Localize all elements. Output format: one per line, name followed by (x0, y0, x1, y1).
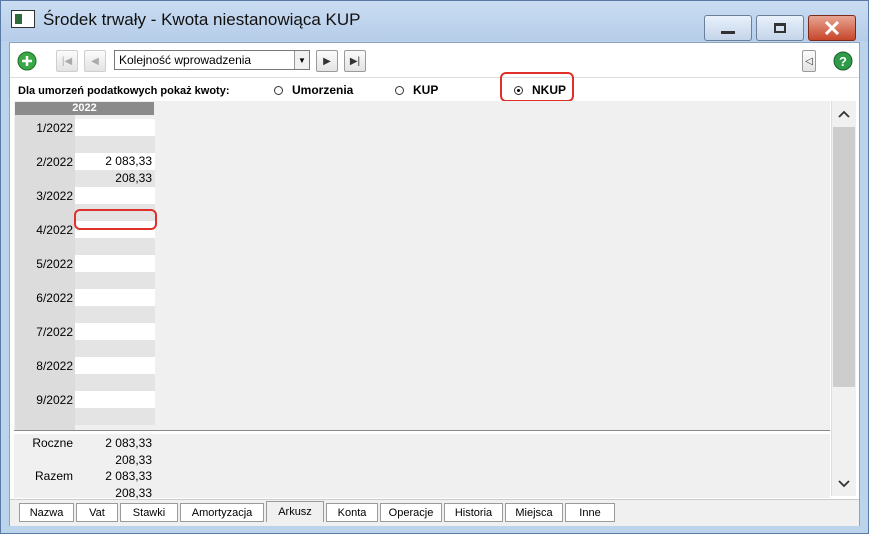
scroll-down-icon[interactable] (832, 473, 856, 495)
amount-highlight (74, 209, 157, 230)
help-icon: ? (833, 51, 853, 71)
order-combo-value: Kolejność wprowadzenia (119, 53, 252, 67)
depreciation-grid: 2022 1/2022 2/2022 2 083,33 208,33 3/2022 4/2… (14, 101, 830, 431)
year-header: 2022 (15, 102, 154, 115)
prev-record-button[interactable]: ◀ (84, 50, 106, 72)
radio-umorzenia[interactable]: Umorzenia (274, 83, 353, 97)
month-label: 3/2022 (36, 189, 73, 203)
razem-value: 2 083,33 (105, 469, 152, 483)
toolbar: |◀ ◀ Kolejność wprowadzenia ▼ ▶ ▶| ◁ ? (10, 43, 859, 77)
nkup-amount-cell[interactable] (75, 272, 155, 289)
amount-cell[interactable] (75, 391, 155, 408)
next-icon: ▶ (323, 55, 331, 67)
panel-toggle-button[interactable]: ◁ (802, 50, 816, 72)
month-label: 7/2022 (36, 325, 73, 339)
nkup-highlight (500, 72, 574, 102)
add-icon (17, 51, 37, 71)
first-icon: |◀ (61, 55, 73, 67)
tab-nazwa[interactable]: Nazwa (19, 503, 74, 522)
totals-panel: Roczne 2 083,33 208,33 Razem 2 083,33 20… (14, 434, 830, 500)
tab-historia[interactable]: Historia (444, 503, 503, 522)
radio-dot[interactable] (395, 85, 404, 95)
maximize-button[interactable] (756, 15, 804, 41)
window-title: Środek trwały - Kwota niestanowiąca KUP (43, 10, 361, 29)
minimize-icon (721, 30, 735, 34)
nkup-amount-cell[interactable] (75, 136, 155, 153)
scroll-up-icon[interactable] (832, 103, 856, 125)
month-label: 8/2022 (36, 359, 73, 373)
tab-konta[interactable]: Konta (326, 503, 378, 522)
month-label: 9/2022 (36, 393, 73, 407)
amount-cell[interactable] (75, 289, 155, 306)
nkup-amount-cell[interactable] (75, 306, 155, 323)
radio-kup-label: KUP (413, 83, 439, 97)
client-area: |◀ ◀ Kolejność wprowadzenia ▼ ▶ ▶| ◁ ? D… (9, 42, 860, 526)
month-label: 5/2022 (36, 257, 73, 271)
scroll-thumb[interactable] (833, 127, 855, 387)
amount-cell[interactable] (75, 187, 155, 204)
vertical-scrollbar[interactable] (831, 101, 856, 496)
main-window: Środek trwały - Kwota niestanowiąca KUP … (0, 0, 869, 534)
close-button[interactable] (808, 15, 856, 41)
tab-stawki[interactable]: Stawki (120, 503, 178, 522)
tab-vat[interactable]: Vat (76, 503, 118, 522)
tab-inne[interactable]: Inne (565, 503, 615, 522)
radio-dot[interactable] (274, 85, 283, 95)
maximize-icon (774, 23, 786, 33)
last-record-button[interactable]: ▶| (344, 50, 366, 72)
amount-cell[interactable] (75, 323, 155, 340)
nkup-amount-cell[interactable]: 208,33 (75, 170, 155, 187)
nkup-amount-cell[interactable] (75, 374, 155, 391)
month-label: 2/2022 (36, 155, 73, 169)
help-button[interactable]: ? (832, 50, 854, 72)
radio-umorzenia-label: Umorzenia (292, 83, 354, 97)
order-combo[interactable]: Kolejność wprowadzenia ▼ (114, 50, 310, 70)
month-label: 1/2022 (36, 121, 73, 135)
amount-cell[interactable] (75, 357, 155, 374)
roczne-label: Roczne (32, 436, 73, 450)
filter-label: Dla umorzeń podatkowych pokaż kwoty: (18, 85, 230, 97)
triangle-left-icon: ◁ (805, 55, 813, 67)
radio-kup[interactable]: KUP (395, 83, 438, 97)
amount-filter-bar: Dla umorzeń podatkowych pokaż kwoty: Umo… (10, 72, 859, 102)
roczne-value: 2 083,33 (105, 436, 152, 450)
tab-miejsca[interactable]: Miejsca (505, 503, 563, 522)
first-record-button[interactable]: |◀ (56, 50, 78, 72)
close-icon (824, 21, 840, 35)
razem-label: Razem (34, 469, 73, 483)
prev-icon: ◀ (91, 55, 99, 67)
nkup-amount-cell[interactable] (75, 408, 155, 425)
nkup-amount-cell[interactable] (75, 340, 155, 357)
chevron-down-icon[interactable]: ▼ (294, 51, 309, 69)
month-label: 6/2022 (36, 291, 73, 305)
amount-cell[interactable] (75, 119, 155, 136)
svg-text:?: ? (839, 54, 847, 69)
title-bar[interactable]: Środek trwały - Kwota niestanowiąca KUP (1, 1, 868, 41)
minimize-button[interactable] (704, 15, 752, 41)
add-button[interactable] (16, 50, 38, 72)
month-label: 4/2022 (36, 223, 73, 237)
tab-amortyzacja[interactable]: Amortyzacja (180, 503, 264, 522)
next-record-button[interactable]: ▶ (316, 50, 338, 72)
tab-operacje[interactable]: Operacje (380, 503, 442, 522)
tab-bar: Nazwa Vat Stawki Amortyzacja Arkusz Kont… (10, 499, 859, 526)
tab-arkusz[interactable]: Arkusz (266, 501, 324, 522)
last-icon: ▶| (349, 55, 361, 67)
nkup-amount-cell[interactable] (75, 238, 155, 255)
app-icon (11, 10, 35, 28)
roczne-value-nkup: 208,33 (115, 453, 152, 467)
amount-cell[interactable]: 2 083,33 (75, 153, 155, 170)
amount-cell[interactable] (75, 255, 155, 272)
